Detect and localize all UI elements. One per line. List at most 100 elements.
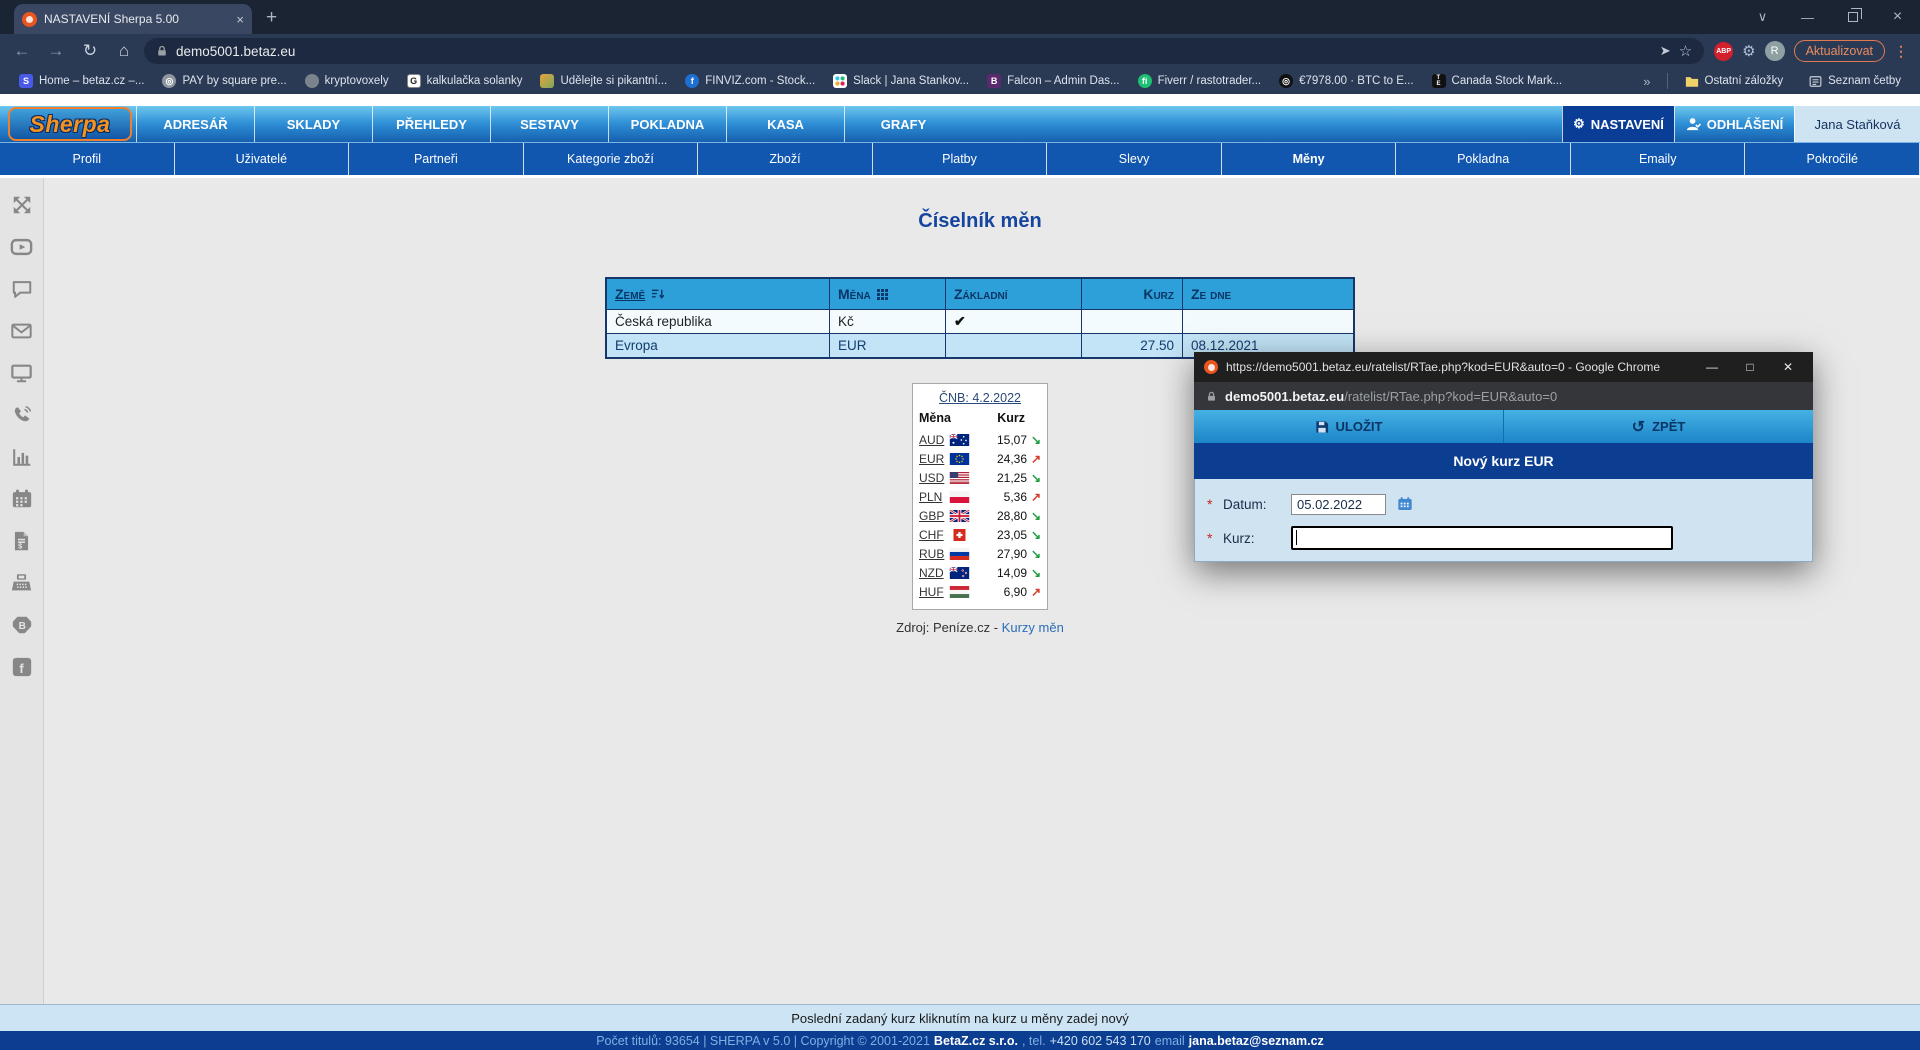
header-mena[interactable]: Měna: [830, 279, 946, 309]
header-zeme[interactable]: Země: [607, 279, 830, 309]
trend-up-icon: ↗: [1030, 451, 1041, 466]
bookmark-item[interactable]: T E Canada Stock Mark...: [1423, 74, 1572, 88]
new-tab-button[interactable]: +: [266, 7, 277, 29]
nav-item-grafy[interactable]: GRAFY: [844, 106, 962, 142]
update-chrome-button[interactable]: Aktualizovat: [1793, 40, 1885, 62]
subnav-meny[interactable]: Měny: [1222, 143, 1397, 175]
nav-item-pokladna[interactable]: POKLADNA: [608, 106, 726, 142]
cnb-date-link[interactable]: ČNB: 4.2.2022: [919, 391, 1041, 405]
tab-close-icon[interactable]: ×: [236, 12, 244, 27]
phone-icon[interactable]: [9, 402, 34, 427]
bookmark-item[interactable]: ◎ PAY by square pre...: [153, 74, 295, 88]
currency-link[interactable]: CHF: [919, 528, 947, 542]
subnav-partneri[interactable]: Partneři: [349, 143, 524, 175]
subnav-pokladna[interactable]: Pokladna: [1396, 143, 1571, 175]
expand-arrows-icon[interactable]: [9, 192, 34, 217]
currency-link[interactable]: GBP: [919, 509, 947, 523]
rate-input[interactable]: [1291, 526, 1673, 550]
bookmark-item[interactable]: ◎ €7978.00 · BTC to E...: [1270, 74, 1422, 88]
popup-maximize-button[interactable]: □: [1735, 360, 1765, 374]
bookmark-favicon: f: [685, 74, 700, 88]
bookmark-item[interactable]: Gkalkulačka solanky: [398, 74, 532, 88]
nav-settings-button[interactable]: ⚙ NASTAVENÍ: [1562, 106, 1674, 142]
bookmark-item[interactable]: fi Fiverr / rastotrader...: [1129, 74, 1271, 88]
invoice-icon[interactable]: $: [9, 528, 34, 553]
sherpa-logo[interactable]: Sherpa: [8, 107, 132, 141]
header-ze-dne[interactable]: Ze dne: [1183, 279, 1353, 309]
nav-item-kasa[interactable]: KASA: [726, 106, 844, 142]
bookmark-item[interactable]: Slack | Jana Stankov...: [824, 74, 978, 88]
rate-link[interactable]: 27.50: [1082, 333, 1183, 357]
currency-link[interactable]: EUR: [919, 452, 947, 466]
nav-item-sestavy[interactable]: SESTAVY: [490, 106, 608, 142]
footer-email-link[interactable]: jana.betaz@seznam.cz: [1189, 1034, 1324, 1048]
trend-down-icon: ↘: [1030, 565, 1041, 580]
subnav-pokrocile[interactable]: Pokročilé: [1745, 143, 1920, 175]
video-icon[interactable]: [9, 234, 34, 259]
calendar-icon[interactable]: [9, 486, 34, 511]
bookmark-item[interactable]: kryptovoxely: [296, 74, 398, 88]
address-bar[interactable]: demo5001.betaz.eu ➤ ☆: [144, 38, 1705, 64]
bookmark-item[interactable]: S Home – betaz.cz –...: [10, 74, 153, 88]
subnav-slevy[interactable]: Slevy: [1047, 143, 1222, 175]
currency-link[interactable]: RUB: [919, 547, 947, 561]
betaz-badge-icon[interactable]: B: [9, 612, 34, 637]
monitor-icon[interactable]: [9, 360, 34, 385]
popup-close-button[interactable]: ✕: [1773, 360, 1803, 374]
profile-avatar[interactable]: R: [1764, 41, 1785, 61]
nav-item-prehledy[interactable]: PŘEHLEDY: [372, 106, 490, 142]
nav-item-sklady[interactable]: SKLADY: [254, 106, 372, 142]
adblock-icon[interactable]: ABP: [1714, 41, 1734, 61]
popup-minimize-button[interactable]: —: [1697, 360, 1727, 374]
currency-link[interactable]: USD: [919, 471, 947, 485]
minimize-button[interactable]: —: [1785, 0, 1830, 34]
bookmark-item[interactable]: f FINVIZ.com - Stock...: [676, 74, 824, 88]
url-text[interactable]: demo5001.betaz.eu: [176, 44, 1652, 59]
kurzy-men-link[interactable]: Kurzy měn: [1002, 620, 1064, 635]
browser-tab[interactable]: NASTAVENÍ Sherpa 5.00 ×: [14, 4, 252, 34]
header-zakladni[interactable]: Základní: [946, 279, 1082, 309]
bookmark-favicon: ◎: [162, 74, 177, 88]
send-icon[interactable]: ➤: [1660, 43, 1671, 59]
subnav-uzivatele[interactable]: Uživatelé: [175, 143, 350, 175]
back-icon[interactable]: ←: [8, 41, 36, 61]
subnav-profil[interactable]: Profil: [0, 143, 175, 175]
close-button[interactable]: ×: [1875, 0, 1920, 34]
comment-icon[interactable]: [9, 276, 34, 301]
mail-icon[interactable]: [9, 318, 34, 343]
subnav-zbozi[interactable]: Zboží: [698, 143, 873, 175]
date-input[interactable]: [1291, 493, 1386, 515]
chrome-menu-icon[interactable]: ⋮: [1894, 43, 1908, 60]
currency-link[interactable]: AUD: [919, 433, 947, 447]
cash-register-icon[interactable]: [9, 570, 34, 595]
reading-list-button[interactable]: Seznam četby: [1800, 75, 1910, 88]
bookmark-item[interactable]: Udělejte si pikantní...: [531, 74, 676, 88]
popup-titlebar[interactable]: https://demo5001.betaz.eu/ratelist/RTae.…: [1194, 352, 1813, 382]
table-row[interactable]: Česká republika Kč ✔: [607, 309, 1353, 333]
currency-link[interactable]: HUF: [919, 585, 947, 599]
header-kurz[interactable]: Kurz: [1082, 279, 1183, 309]
other-bookmarks-button[interactable]: Ostatní záložky: [1676, 75, 1793, 88]
nav-logout-button[interactable]: ODHLÁŠENÍ: [1674, 106, 1794, 142]
currency-link[interactable]: NZD: [919, 566, 947, 580]
save-button[interactable]: ULOŽIT: [1194, 410, 1504, 443]
bookmark-star-icon[interactable]: ☆: [1679, 42, 1692, 60]
forward-icon[interactable]: →: [42, 41, 70, 61]
restore-button[interactable]: [1830, 0, 1875, 34]
subnav-kategorie-zbozi[interactable]: Kategorie zboží: [524, 143, 699, 175]
subnav-emaily[interactable]: Emaily: [1571, 143, 1746, 175]
extensions-puzzle-icon[interactable]: ⚙︎: [1742, 42, 1755, 60]
reload-icon[interactable]: ↻: [76, 41, 104, 61]
bar-chart-icon[interactable]: [9, 444, 34, 469]
currency-link[interactable]: PLN: [919, 490, 947, 504]
home-icon[interactable]: ⌂: [110, 41, 138, 61]
tab-search-icon[interactable]: ∨: [1740, 0, 1785, 34]
bookmarks-overflow-icon[interactable]: »: [1635, 74, 1658, 89]
nav-item-adresar[interactable]: ADRESÁŘ: [136, 106, 254, 142]
cnb-row: CHF 23,05 ↘: [919, 527, 1041, 542]
bookmark-item[interactable]: B Falcon – Admin Das...: [978, 74, 1129, 88]
subnav-platby[interactable]: Platby: [873, 143, 1048, 175]
calendar-picker-icon[interactable]: [1397, 496, 1413, 512]
facebook-icon[interactable]: f: [9, 654, 34, 679]
back-button[interactable]: ↺ ZPĚT: [1504, 410, 1813, 443]
